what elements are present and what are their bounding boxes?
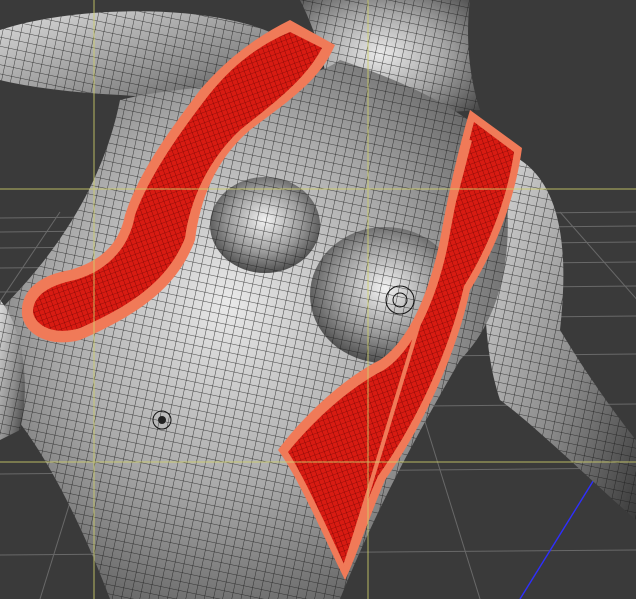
axis-line (519, 469, 601, 599)
3d-viewport[interactable] (0, 0, 636, 599)
breast-left (210, 177, 320, 273)
